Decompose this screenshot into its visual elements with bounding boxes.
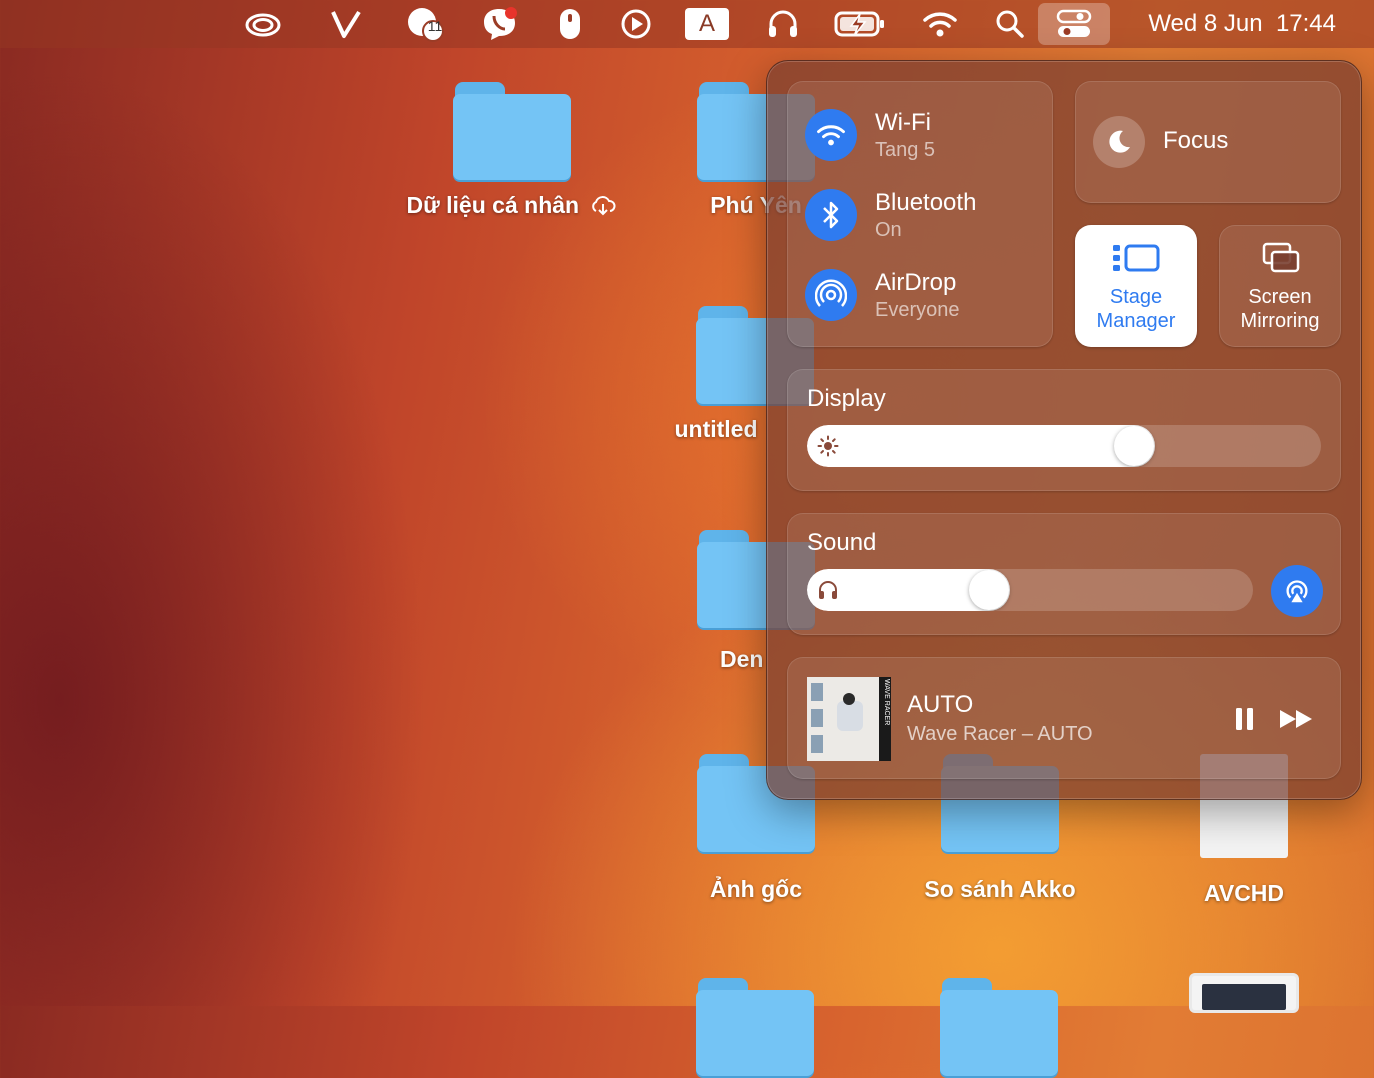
control-center-icon[interactable] <box>1038 3 1110 45</box>
creative-cloud-icon[interactable] <box>240 6 286 42</box>
screen-mirroring-icon <box>1262 242 1300 273</box>
airdrop-icon[interactable] <box>805 269 857 321</box>
now-playing-subtitle: Wave Racer – AUTO <box>907 723 1093 745</box>
viber-icon[interactable] <box>480 6 520 42</box>
bluetooth-status: On <box>875 219 902 241</box>
display-title: Display <box>807 385 886 412</box>
sound-title: Sound <box>807 529 877 556</box>
input-source-icon[interactable]: A <box>684 6 730 42</box>
desktop-folder-label: Dữ liệu cá nhân <box>406 192 580 218</box>
sun-icon <box>817 435 839 457</box>
fast-forward-icon <box>1280 710 1312 728</box>
screenshot-thumbnail[interactable] <box>1192 976 1296 1010</box>
desktop-folder-label: So sánh Akko <box>924 876 1076 902</box>
folder-icon[interactable] <box>696 978 814 1078</box>
desktop-file-label: AVCHD <box>1203 880 1285 906</box>
moon-icon <box>1093 116 1145 168</box>
sound-panel: Sound <box>787 513 1341 635</box>
search-icon[interactable] <box>992 6 1028 42</box>
next-track-button[interactable] <box>1277 705 1317 733</box>
stage-manager-label-line2: Manager <box>1096 310 1176 332</box>
control-center: Wi-Fi Tang 5 Bluetooth On AirDrop Everyo… <box>766 60 1362 800</box>
stage-manager-icon <box>1113 244 1160 272</box>
folder-icon <box>453 82 571 182</box>
wifi-network: Tang 5 <box>875 139 936 161</box>
mouse-icon[interactable] <box>554 6 586 42</box>
screen-mirroring-label-line1: Screen <box>1248 286 1312 308</box>
stage-manager-button[interactable]: Stage Manager <box>1075 225 1197 347</box>
connectivity-panel: Wi-Fi Tang 5 Bluetooth On AirDrop Everyo… <box>787 81 1053 347</box>
wifi-icon[interactable] <box>805 109 857 161</box>
album-art-text: WAVE RACER <box>883 679 890 726</box>
brightness-slider-fill <box>807 425 1155 467</box>
headphones-icon[interactable] <box>764 6 802 42</box>
folder-icon[interactable] <box>940 978 1058 1078</box>
messenger-badge-icon[interactable]: 11 <box>402 6 450 42</box>
bluetooth-toggle[interactable]: Bluetooth On <box>805 189 1045 245</box>
v-app-icon[interactable] <box>326 6 366 42</box>
wifi-title: Wi-Fi <box>875 109 931 136</box>
airplay-audio-button[interactable] <box>1271 565 1323 617</box>
focus-toggle[interactable]: Focus <box>1075 81 1341 203</box>
pause-icon <box>1236 708 1253 730</box>
volume-slider-knob[interactable] <box>969 570 1009 610</box>
wifi-icon[interactable] <box>920 6 960 42</box>
menu-bar-clock[interactable]: Wed 8 Jun 17:44 <box>1148 6 1336 42</box>
airdrop-status: Everyone <box>875 299 960 321</box>
volume-slider[interactable] <box>807 569 1253 611</box>
brightness-slider[interactable] <box>807 425 1321 467</box>
input-source-label: A <box>698 10 715 37</box>
album-art[interactable]: WAVE RACER <box>807 677 891 761</box>
now-playing-panel: WAVE RACER AUTO Wave Racer – AUTO <box>787 657 1341 779</box>
battery-charging-icon[interactable] <box>832 6 888 42</box>
bluetooth-title: Bluetooth <box>875 189 977 216</box>
stage-manager-label-line1: Stage <box>1109 286 1163 308</box>
airdrop-title: AirDrop <box>875 269 957 296</box>
screen-mirroring-button[interactable]: Screen Mirroring <box>1219 225 1341 347</box>
menu-bar: 11 A Wed 8 Jun 17:44 <box>0 0 1374 48</box>
icloud-download-icon <box>592 196 616 216</box>
headphones-icon <box>819 581 837 599</box>
now-playing-title: AUTO <box>907 691 974 718</box>
wifi-toggle[interactable]: Wi-Fi Tang 5 <box>805 109 1045 165</box>
play-icon[interactable] <box>618 6 654 42</box>
screen-mirroring-label-line2: Mirroring <box>1240 310 1320 332</box>
focus-title: Focus <box>1163 127 1229 154</box>
pause-button[interactable] <box>1231 705 1259 733</box>
notification-badge: 11 <box>427 18 443 34</box>
display-panel: Display <box>787 369 1341 491</box>
brightness-slider-knob[interactable] <box>1114 426 1154 466</box>
desktop-folder[interactable]: Dữ liệu cá nhân <box>392 82 632 219</box>
desktop-folder-label: Ảnh gốc <box>710 876 802 902</box>
airplay-audio-icon <box>1286 580 1308 603</box>
bluetooth-icon[interactable] <box>805 189 857 241</box>
airdrop-toggle[interactable]: AirDrop Everyone <box>805 269 1045 325</box>
